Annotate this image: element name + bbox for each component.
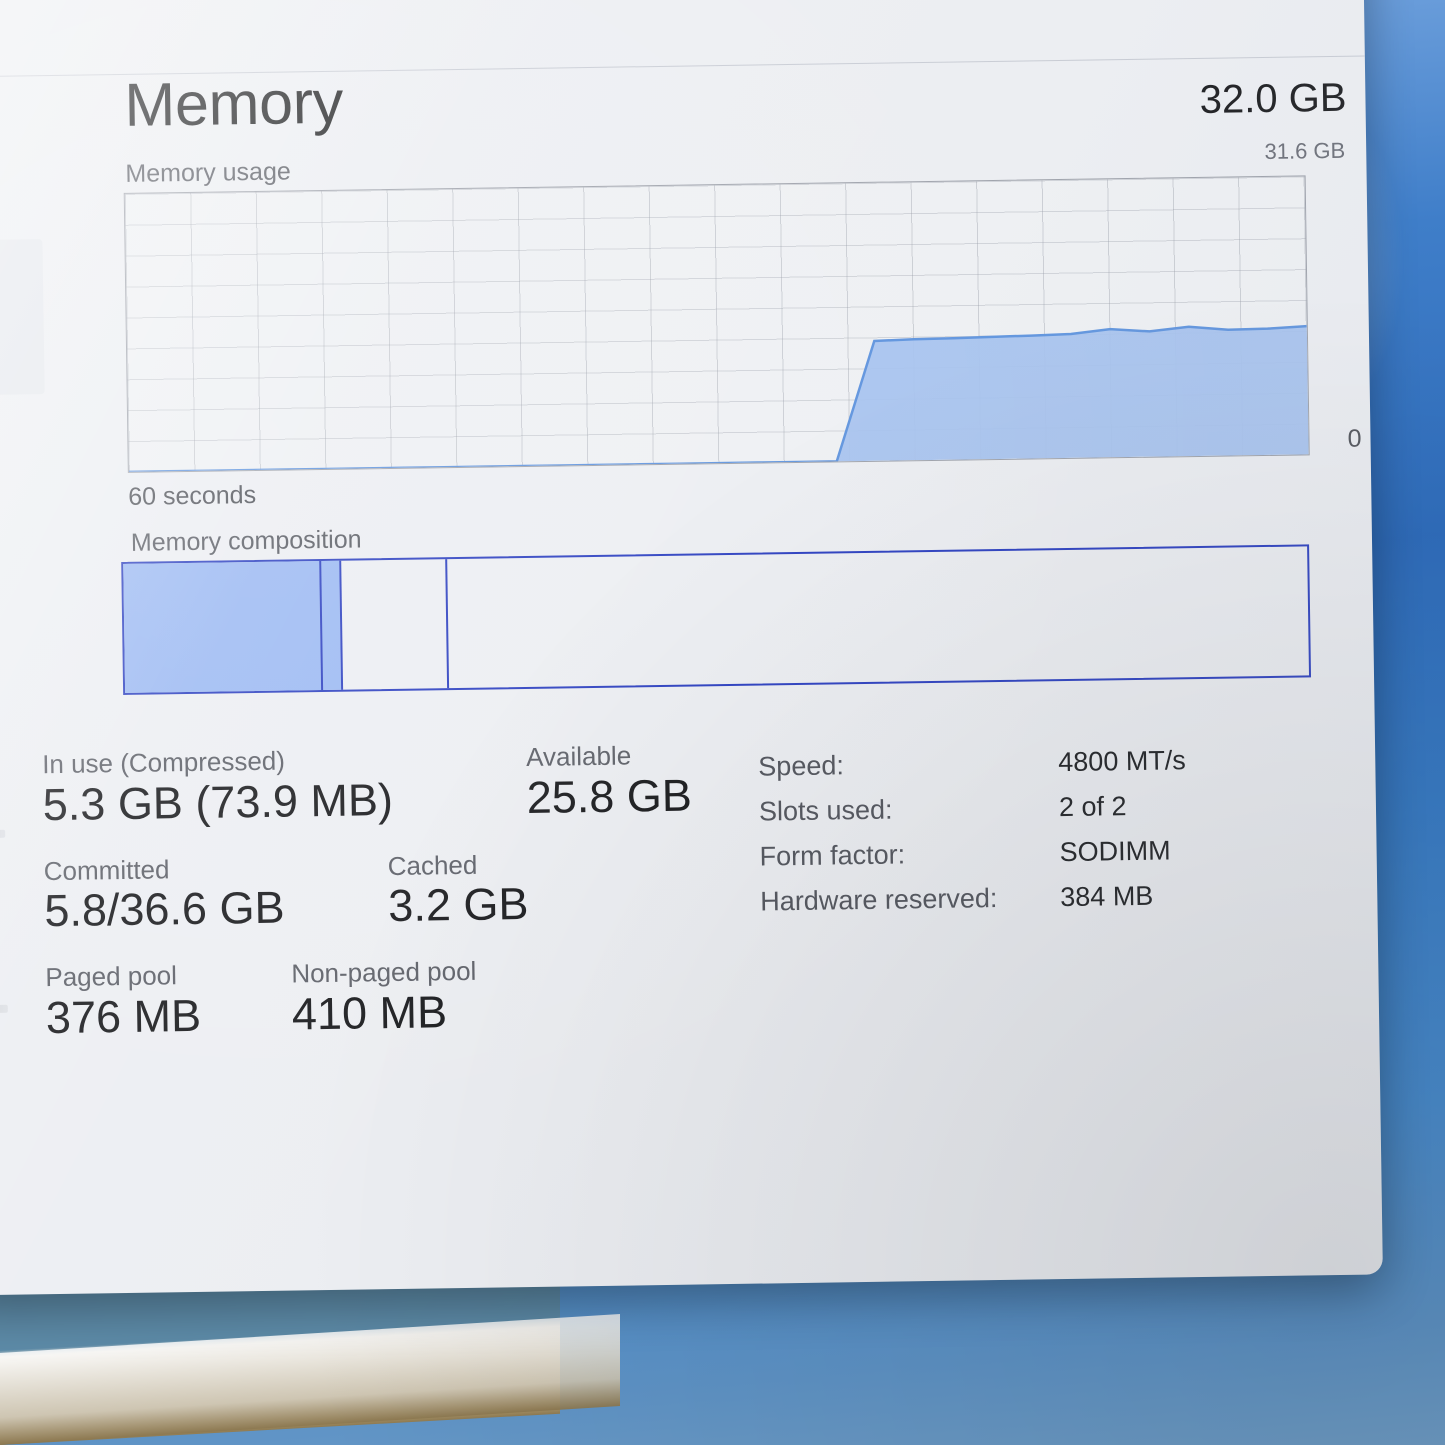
memory-statistics: In use (Compressed) 5.3 GB (73.9 MB) Ava… <box>42 729 1365 1077</box>
hardware-info-value: 4800 MT/s <box>1058 745 1187 778</box>
available-label: Available <box>525 740 632 773</box>
stat-cached: Cached 3.2 GB <box>387 848 529 933</box>
stat-committed: Committed 5.8/36.6 GB <box>44 850 375 938</box>
total-memory-value: 32.0 GB <box>1199 75 1347 122</box>
composition-segment-free[interactable] <box>445 546 1309 689</box>
memory-stats-left: In use (Compressed) 5.3 GB (73.9 MB) Ava… <box>42 738 746 1044</box>
hardware-info-line: Form factor: SODIMM <box>759 834 1259 872</box>
sidebar-fragment-line <box>0 829 6 839</box>
hardware-info-value: 384 MB <box>1060 880 1154 913</box>
graph-time-span-label: 60 seconds <box>128 480 257 511</box>
hardware-info-line: Hardware reserved: 384 MB <box>760 879 1260 917</box>
committed-value: 5.8/36.6 GB <box>43 881 285 937</box>
hardware-info-key: Speed: <box>758 750 845 782</box>
task-manager-window: Memory 32.0 GB 31.6 GB Memory usage 60 s… <box>0 0 1383 1296</box>
hardware-info-line: Slots used: 2 of 2 <box>759 789 1259 827</box>
memory-usage-graph[interactable] <box>123 175 1310 473</box>
memory-composition-section: Memory composition <box>117 511 1359 695</box>
memory-usage-section: Memory usage 60 seconds 0 <box>111 142 1362 523</box>
stat-row-inuse-available: In use (Compressed) 5.3 GB (73.9 MB) Ava… <box>42 738 743 831</box>
stat-paged-pool: Paged pool 376 MB <box>45 958 278 1044</box>
cached-value: 3.2 GB <box>387 878 529 932</box>
hardware-info-value: 2 of 2 <box>1058 791 1127 823</box>
hardware-info-line: Speed: 4800 MT/s <box>758 744 1258 782</box>
available-value: 25.8 GB <box>526 769 693 823</box>
graph-axis-min-label: 0 <box>1347 424 1362 453</box>
paged-pool-value: 376 MB <box>45 989 202 1044</box>
non-paged-pool-label: Non-paged pool <box>291 956 477 989</box>
in-use-value: 5.3 GB (73.9 MB) <box>42 773 394 830</box>
hardware-info-key: Hardware reserved: <box>760 883 998 917</box>
hardware-info-value: SODIMM <box>1059 835 1171 868</box>
stat-in-use: In use (Compressed) 5.3 GB (73.9 MB) <box>42 741 513 831</box>
composition-segment-modified[interactable] <box>318 560 342 691</box>
memory-hardware-info: Speed: 4800 MT/s Slots used: 2 of 2 Form fac… <box>758 744 1261 931</box>
stat-row-committed-cached: Committed 5.8/36.6 GB Cached 3.2 GB <box>44 844 745 937</box>
graph-area-series <box>125 176 1309 472</box>
stat-available: Available 25.8 GB <box>526 739 692 824</box>
graph-svg <box>128 324 1309 472</box>
stat-non-paged-pool: Non-paged pool 410 MB <box>291 955 477 1040</box>
cached-label: Cached <box>387 849 478 881</box>
hardware-info-key: Slots used: <box>758 794 893 827</box>
sidebar-fragment-line <box>0 1004 8 1014</box>
sidebar-edge-fragment[interactable] <box>0 239 45 396</box>
stat-row-pools: Paged pool 376 MB Non-paged pool 410 MB <box>45 951 746 1044</box>
non-paged-pool-value: 410 MB <box>291 986 448 1040</box>
memory-composition-bar[interactable] <box>121 544 1312 695</box>
hardware-info-key: Form factor: <box>759 839 906 872</box>
composition-segment-in-use[interactable] <box>123 561 321 693</box>
memory-page-content: Memory 32.0 GB 31.6 GB Memory usage 60 s… <box>42 50 1365 1077</box>
page-title: Memory <box>123 67 344 139</box>
composition-segment-standby[interactable] <box>339 559 448 690</box>
graph-area-fill <box>128 326 1309 472</box>
